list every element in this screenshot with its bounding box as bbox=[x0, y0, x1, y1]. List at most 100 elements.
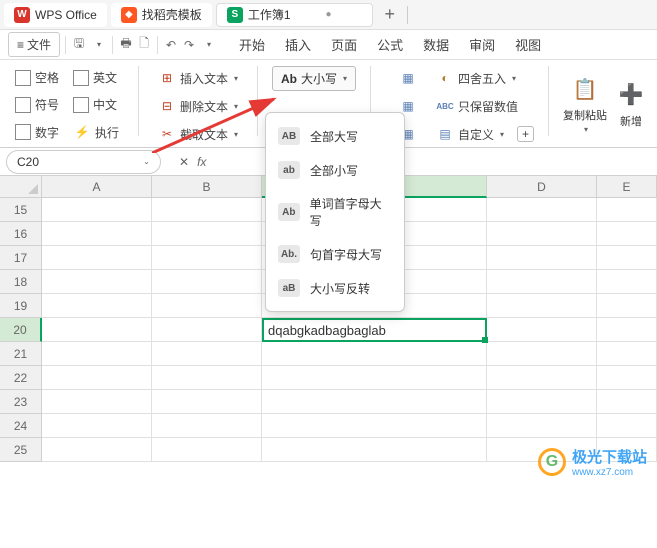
cell[interactable] bbox=[487, 270, 597, 294]
file-menu[interactable]: ≡ 文件 bbox=[8, 32, 60, 57]
name-box[interactable]: C20 ⌄ bbox=[6, 150, 161, 174]
col-header-d[interactable]: D bbox=[487, 176, 597, 198]
cell[interactable] bbox=[42, 318, 152, 342]
cell[interactable] bbox=[597, 390, 657, 414]
row-header[interactable]: 24 bbox=[0, 414, 42, 438]
cell[interactable] bbox=[262, 414, 487, 438]
cell[interactable] bbox=[597, 294, 657, 318]
chevron-down-icon[interactable]: ⌄ bbox=[143, 157, 150, 166]
row-header[interactable]: 22 bbox=[0, 366, 42, 390]
row-header[interactable]: 23 bbox=[0, 390, 42, 414]
cell[interactable] bbox=[42, 342, 152, 366]
row-header[interactable]: 16 bbox=[0, 222, 42, 246]
cell[interactable] bbox=[262, 390, 487, 414]
cell[interactable] bbox=[152, 366, 262, 390]
cell[interactable] bbox=[152, 198, 262, 222]
cell[interactable] bbox=[597, 198, 657, 222]
cell[interactable] bbox=[42, 390, 152, 414]
ribbon-tab-review[interactable]: 审阅 bbox=[465, 29, 499, 60]
check-space[interactable]: 空格 bbox=[10, 66, 64, 89]
execute-button[interactable]: ⚡执行 bbox=[68, 120, 124, 144]
cell[interactable] bbox=[487, 366, 597, 390]
menu-item[interactable]: Ab.句首字母大写 bbox=[266, 237, 404, 271]
cell[interactable] bbox=[42, 438, 152, 462]
cell[interactable] bbox=[152, 438, 262, 462]
cell[interactable] bbox=[487, 222, 597, 246]
check-number[interactable]: 数字 bbox=[10, 121, 64, 144]
cell[interactable] bbox=[152, 294, 262, 318]
redo-icon[interactable]: ↷ bbox=[181, 37, 197, 53]
save-icon[interactable]: 🖫 bbox=[71, 37, 87, 53]
cell[interactable] bbox=[597, 366, 657, 390]
copy-paste-button[interactable]: 📋 复制粘贴 ▾ bbox=[563, 73, 607, 134]
col-header-b[interactable]: B bbox=[152, 176, 262, 198]
cell[interactable] bbox=[487, 318, 597, 342]
cell[interactable] bbox=[487, 342, 597, 366]
cell[interactable] bbox=[152, 246, 262, 270]
redo-dd[interactable]: ▾ bbox=[201, 37, 217, 53]
col-header-a[interactable]: A bbox=[42, 176, 152, 198]
row-header[interactable]: 25 bbox=[0, 438, 42, 462]
ribbon-tab-insert[interactable]: 插入 bbox=[281, 29, 315, 60]
ribbon-tab-start[interactable]: 开始 bbox=[235, 29, 269, 60]
row-header[interactable]: 21 bbox=[0, 342, 42, 366]
cell[interactable] bbox=[42, 246, 152, 270]
cell[interactable] bbox=[487, 246, 597, 270]
cell[interactable] bbox=[262, 342, 487, 366]
row-header[interactable]: 15 bbox=[0, 198, 42, 222]
cell[interactable] bbox=[152, 342, 262, 366]
cell[interactable] bbox=[152, 390, 262, 414]
cell[interactable] bbox=[42, 270, 152, 294]
cancel-fx-icon[interactable]: ✕ bbox=[179, 155, 189, 169]
ribbon-tab-view[interactable]: 视图 bbox=[511, 29, 545, 60]
fx-icon[interactable]: fx bbox=[197, 155, 206, 169]
ribbon-tab-data[interactable]: 数据 bbox=[419, 29, 453, 60]
cell[interactable] bbox=[262, 366, 487, 390]
cell[interactable] bbox=[42, 414, 152, 438]
col-header-e[interactable]: E bbox=[597, 176, 657, 198]
undo-icon[interactable]: ↶ bbox=[163, 37, 179, 53]
cell[interactable] bbox=[597, 222, 657, 246]
cell[interactable] bbox=[42, 366, 152, 390]
cell[interactable] bbox=[597, 342, 657, 366]
cell[interactable] bbox=[152, 318, 262, 342]
save-dd[interactable]: ▾ bbox=[91, 37, 107, 53]
add-tab-button[interactable]: + bbox=[377, 4, 404, 25]
row-header[interactable]: 17 bbox=[0, 246, 42, 270]
print-icon[interactable]: 🖶 bbox=[118, 37, 134, 53]
app-tab[interactable]: W WPS Office bbox=[4, 3, 107, 27]
cell[interactable] bbox=[597, 270, 657, 294]
ribbon-tab-formula[interactable]: 公式 bbox=[373, 29, 407, 60]
row-header[interactable]: 18 bbox=[0, 270, 42, 294]
select-all-corner[interactable] bbox=[0, 176, 42, 198]
insert-text-button[interactable]: ⊞插入文本▾ bbox=[153, 66, 243, 90]
add-new-button[interactable]: ➕ 新增 bbox=[615, 79, 647, 129]
workbook-tab[interactable]: S 工作簿1 ● bbox=[216, 3, 373, 27]
row-header[interactable]: 19 bbox=[0, 294, 42, 318]
row-header[interactable]: 20 bbox=[0, 318, 42, 342]
cell[interactable] bbox=[487, 414, 597, 438]
menu-item[interactable]: aB大小写反转 bbox=[266, 271, 404, 305]
cell[interactable]: dqabgkadbagbaglab bbox=[262, 318, 487, 342]
cell[interactable] bbox=[152, 414, 262, 438]
cell[interactable] bbox=[42, 294, 152, 318]
menu-item[interactable]: ab全部小写 bbox=[266, 153, 404, 187]
generic-icon[interactable]: ▦ bbox=[399, 69, 417, 87]
cell[interactable] bbox=[262, 438, 487, 462]
cell[interactable] bbox=[487, 294, 597, 318]
cell[interactable] bbox=[487, 198, 597, 222]
preview-icon[interactable]: 🗋 bbox=[136, 37, 152, 53]
ribbon-tab-page[interactable]: 页面 bbox=[327, 29, 361, 60]
cell[interactable] bbox=[487, 390, 597, 414]
check-symbol[interactable]: 符号 bbox=[10, 93, 64, 116]
extract-text-button[interactable]: ✂截取文本▾ bbox=[153, 122, 243, 146]
round-button[interactable]: ◐四舍五入▾ bbox=[431, 66, 521, 90]
check-english[interactable]: 英文 bbox=[68, 66, 122, 89]
cell[interactable] bbox=[42, 198, 152, 222]
plus-button[interactable]: + bbox=[517, 126, 534, 142]
cell[interactable] bbox=[597, 246, 657, 270]
menu-item[interactable]: AB全部大写 bbox=[266, 119, 404, 153]
custom-button[interactable]: ▤自定义▾ bbox=[431, 122, 509, 146]
delete-text-button[interactable]: ⊟删除文本▾ bbox=[153, 94, 243, 118]
template-tab[interactable]: ◆ 找稻壳模板 bbox=[111, 3, 212, 27]
